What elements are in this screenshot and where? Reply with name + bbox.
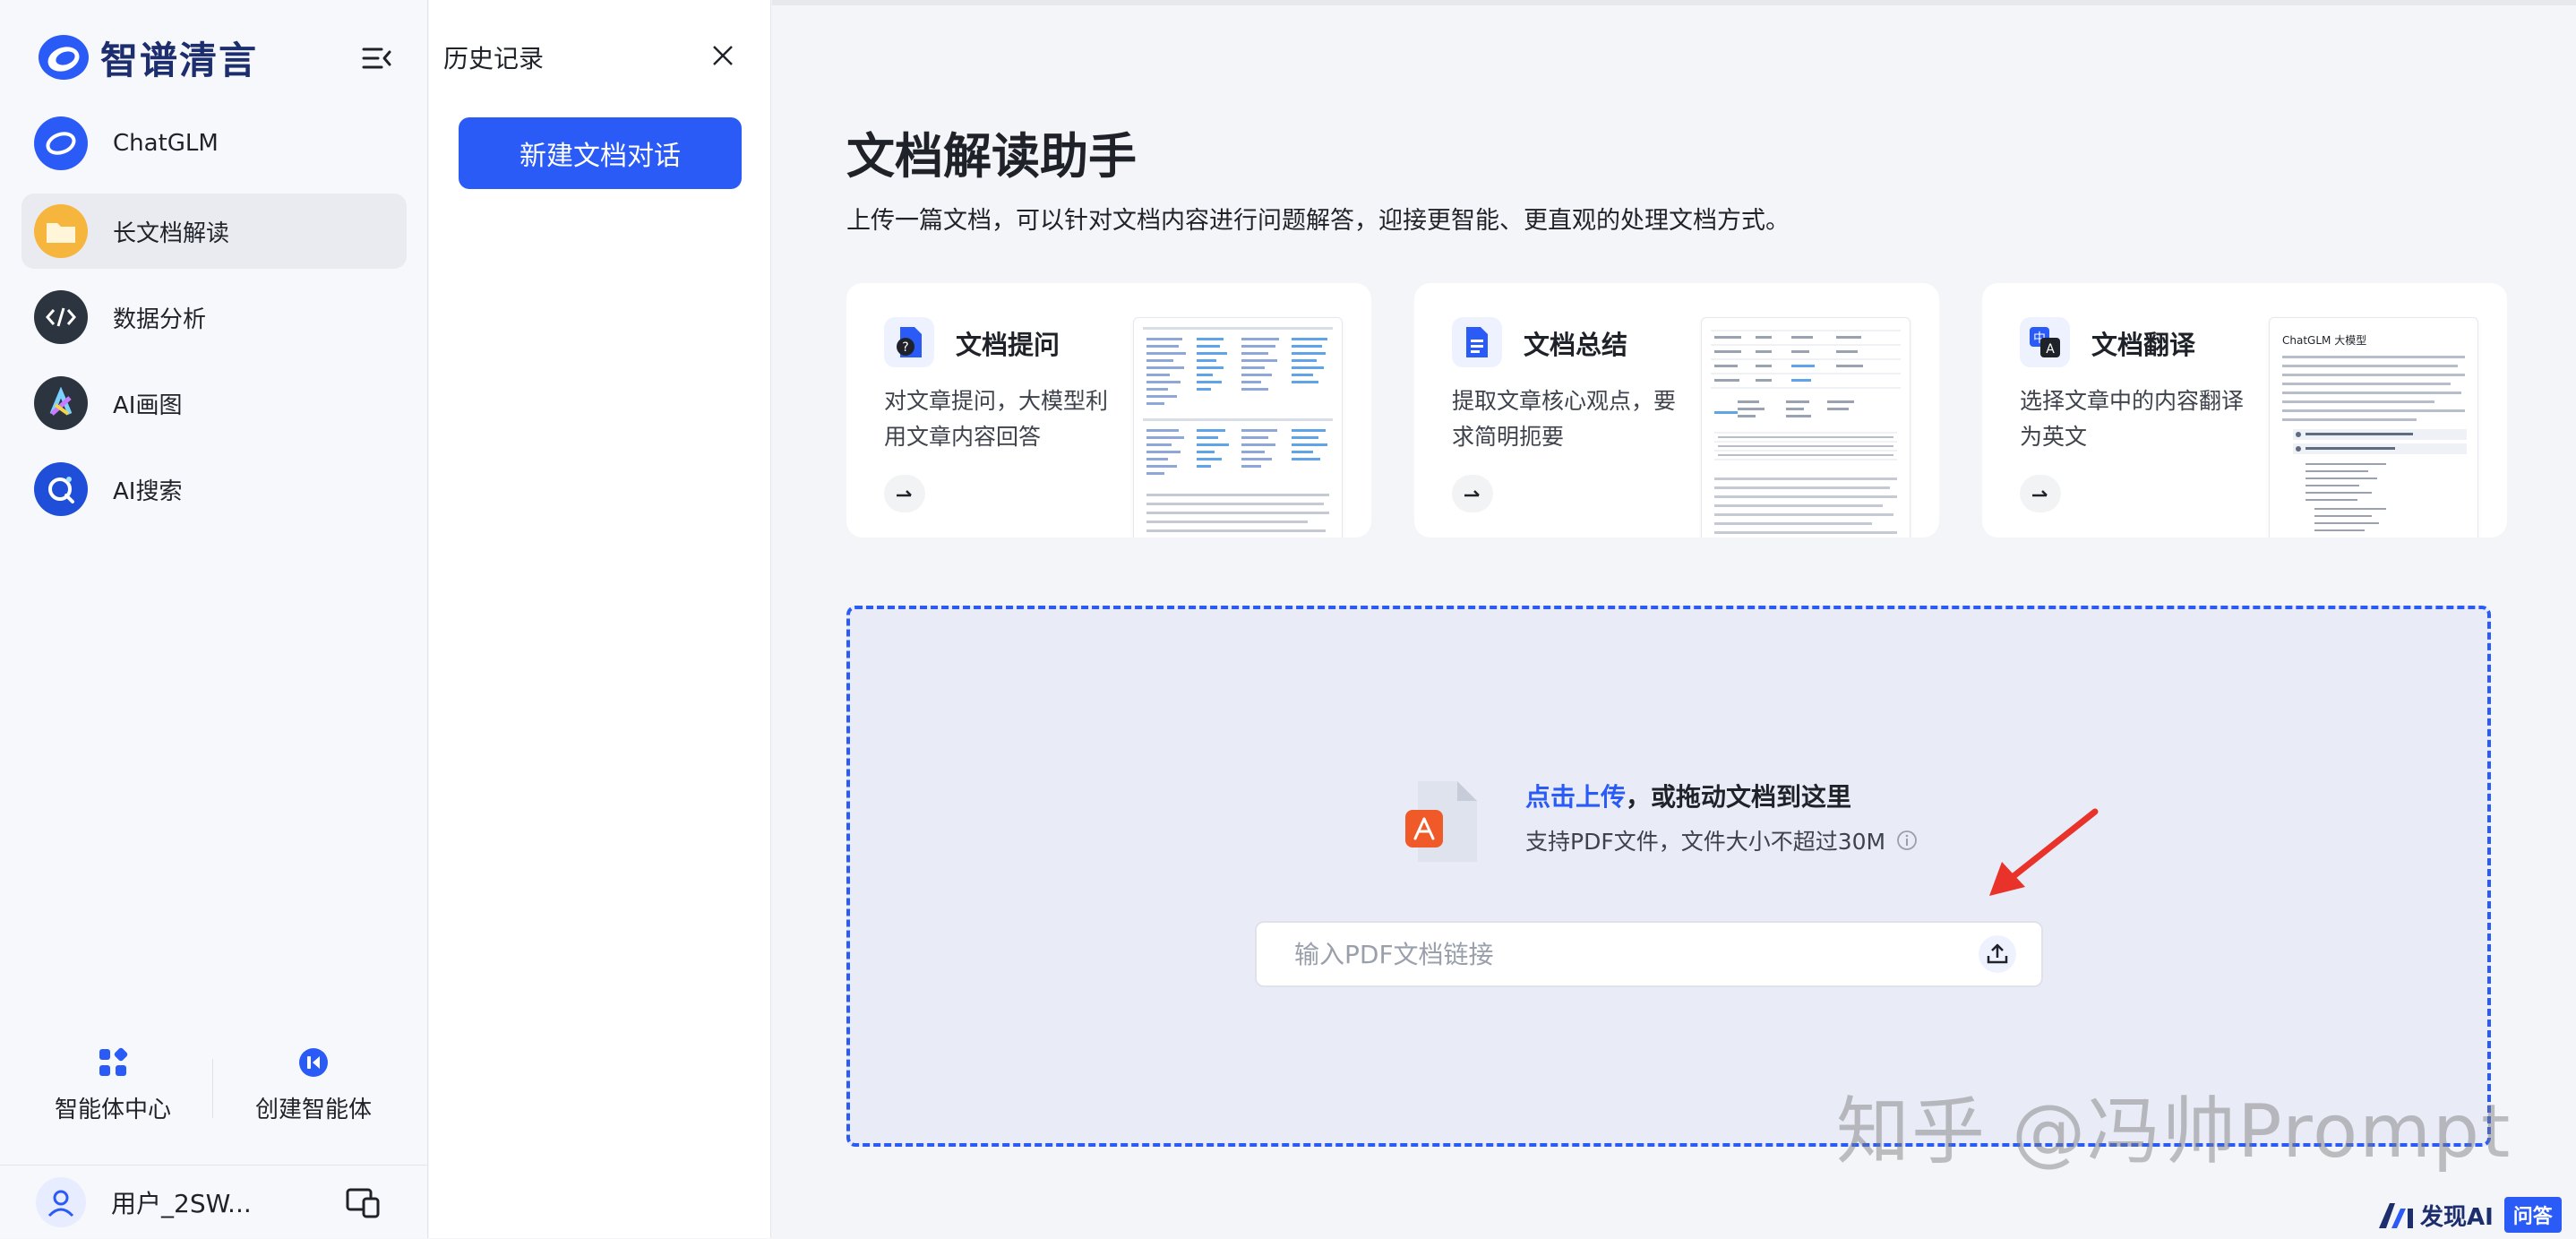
apps-grid-icon — [99, 1047, 128, 1076]
support-text: 支持PDF文件，文件大小不超过30M — [1525, 829, 1886, 855]
ai-paint-icon — [34, 376, 88, 430]
collapse-sidebar-button[interactable] — [358, 39, 396, 77]
drag-hint: ，或拖动文档到这里 — [1626, 782, 1852, 812]
folder-icon — [34, 204, 88, 258]
brand-name: 智谱清言 — [100, 38, 259, 82]
bottom-links: 智能体中心 创建智能体 — [0, 1046, 428, 1145]
page-subtitle: 上传一篇文档，可以针对文档内容进行问题解答，迎接更智能、更直观的处理文档方式。 — [846, 207, 1790, 235]
code-icon — [34, 290, 88, 344]
upload-dropzone[interactable]: 点击上传，或拖动文档到这里 支持PDF文件，文件大小不超过30M — [846, 606, 2491, 1147]
nav-label: 长文档解读 — [113, 219, 230, 247]
zhipu-logo-icon — [39, 35, 89, 80]
watermark: 知乎 @冯帅Prompt — [1836, 1089, 2512, 1174]
pdf-link-field — [1255, 921, 2043, 987]
device-switch-button[interactable] — [344, 1183, 383, 1223]
nav-label: ChatGLM — [113, 130, 219, 157]
history-panel: 历史记录 新建文档对话 — [429, 0, 771, 1238]
collapse-icon — [362, 47, 391, 69]
doc-summary-icon — [1452, 317, 1502, 367]
create-agent-icon — [299, 1048, 328, 1077]
user-bar: 用户_2SW... — [0, 1165, 428, 1239]
card-doc-question[interactable]: ? 文档提问 对文章提问，大模型利用文章内容回答 — [846, 283, 1371, 538]
nav-label: 数据分析 — [113, 305, 207, 333]
badge-brand: 发现AI — [2420, 1203, 2494, 1231]
card-doc-summary[interactable]: 文档总结 提取文章核心观点，要求简明扼要 — [1414, 283, 1939, 538]
nav-label: AI画图 — [113, 391, 183, 419]
arrow-right-icon[interactable] — [1452, 475, 1493, 512]
page-title: 文档解读助手 — [846, 128, 1137, 185]
sidebar: 智谱清言 ChatGLM 长文档解读 数据分析 AI画图 AI搜索 智能体中心 … — [0, 0, 428, 1238]
click-upload-link[interactable]: 点击上传 — [1525, 782, 1626, 812]
arrow-right-icon[interactable] — [884, 475, 925, 512]
agent-center-label: 智能体中心 — [54, 1097, 171, 1123]
upload-support-note: 支持PDF文件，文件大小不超过30M — [1525, 824, 1918, 856]
pdf-file-icon — [1405, 781, 1477, 862]
devices-icon — [346, 1188, 380, 1218]
brand-logo[interactable]: 智谱清言 — [36, 29, 394, 86]
thumb-heading: ChatGLM 大模型 — [2282, 334, 2367, 347]
doc-translate-icon: 中A — [2020, 317, 2070, 367]
create-agent-label: 创建智能体 — [254, 1097, 372, 1123]
card-desc: 对文章提问，大模型利用文章内容回答 — [884, 388, 1109, 450]
main-content: 文档解读助手 上传一篇文档，可以针对文档内容进行问题解答，迎接更智能、更直观的处… — [772, 0, 2576, 1238]
badge-tag: 问答 — [2503, 1197, 2562, 1233]
card-title: 文档提问 — [956, 330, 1060, 360]
arrow-right-icon[interactable] — [2020, 475, 2061, 512]
user-icon — [47, 1190, 74, 1217]
doc-preview-thumbnail — [1133, 317, 1343, 538]
close-history-button[interactable] — [705, 38, 741, 73]
svg-text:A: A — [2046, 342, 2055, 357]
svg-text:?: ? — [902, 340, 908, 355]
card-title: 文档翻译 — [2091, 330, 2196, 360]
card-desc: 选择文章中的内容翻译为英文 — [2020, 388, 2245, 450]
nav-item-ai-paint[interactable]: AI画图 — [21, 366, 407, 441]
user-name[interactable]: 用户_2SW... — [111, 1184, 252, 1220]
create-agent-button[interactable]: 创建智能体 — [224, 1046, 403, 1124]
ai-search-icon — [34, 462, 88, 516]
upload-icon — [1987, 943, 2008, 964]
avatar[interactable] — [36, 1177, 86, 1227]
card-title: 文档总结 — [1524, 330, 1628, 360]
nav-item-chatglm[interactable]: ChatGLM — [21, 106, 407, 181]
nav-item-ai-search[interactable]: AI搜索 — [21, 452, 407, 527]
card-doc-translate[interactable]: 中A 文档翻译 选择文章中的内容翻译为英文 ChatGLM 大模型 — [1982, 283, 2507, 538]
new-doc-chat-button[interactable]: 新建文档对话 — [459, 117, 742, 189]
nav-item-long-doc[interactable]: 长文档解读 — [21, 194, 407, 269]
doc-question-icon: ? — [884, 317, 934, 367]
chatglm-logo-icon — [34, 116, 88, 170]
doc-preview-thumbnail: ChatGLM 大模型 — [2269, 317, 2478, 538]
submit-link-button[interactable] — [1979, 935, 2016, 973]
pdf-link-input[interactable] — [1257, 923, 1973, 985]
history-title: 历史记录 — [443, 44, 545, 73]
info-icon[interactable] — [1896, 830, 1918, 851]
doc-preview-thumbnail — [1701, 317, 1911, 538]
nav-label: AI搜索 — [113, 478, 183, 505]
agent-center-button[interactable]: 智能体中心 — [23, 1046, 202, 1124]
divider — [212, 1059, 213, 1118]
card-desc: 提取文章核心观点，要求简明扼要 — [1452, 388, 1677, 450]
close-icon — [713, 46, 733, 65]
nav-item-data-analysis[interactable]: 数据分析 — [21, 280, 407, 355]
discover-ai-badge: 发现AI 问答 — [2377, 1195, 2562, 1235]
discover-ai-logo-icon — [2379, 1203, 2413, 1228]
annotation-arrow-icon — [1989, 808, 2099, 896]
upload-instructions: 点击上传，或拖动文档到这里 — [1525, 778, 1851, 813]
